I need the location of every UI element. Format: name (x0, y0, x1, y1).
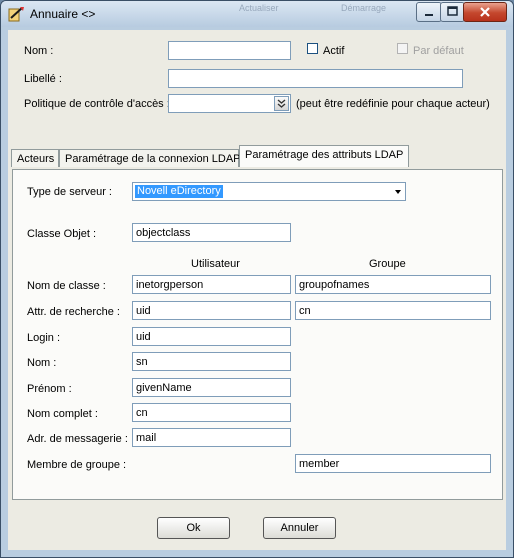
user-search-attr-input[interactable]: uid (132, 301, 291, 320)
user-messagerie-input[interactable]: mail (132, 428, 291, 447)
background-ghost-text: Actualiser (239, 3, 279, 13)
row-label-membre-groupe: Membre de groupe : (27, 459, 127, 471)
user-prenom-input[interactable]: givenName (132, 378, 291, 397)
group-search-attr-input[interactable]: cn (295, 301, 491, 320)
user-class-name-input[interactable]: inetorgperson (132, 275, 291, 294)
group-class-name-input[interactable]: groupofnames (295, 275, 491, 294)
tab-panel-attributs-ldap: Type de serveur : Novell eDirectory Clas… (12, 169, 503, 500)
group-membre-input[interactable]: member (295, 454, 491, 473)
libelle-label: Libellé : (24, 73, 62, 85)
dialog-client-area: Nom : Actif Par défaut Libellé : Politiq… (8, 30, 506, 550)
row-label-prenom: Prénom : (27, 383, 72, 395)
app-icon (8, 7, 24, 22)
server-type-value: Novell eDirectory (135, 185, 223, 198)
background-ghost-text: Démarrage (341, 3, 387, 13)
close-button[interactable] (463, 2, 507, 22)
column-header-user: Utilisateur (191, 258, 240, 270)
tab-acteurs[interactable]: Acteurs (11, 149, 59, 167)
user-nom-complet-input[interactable]: cn (132, 403, 291, 422)
column-header-group: Groupe (369, 258, 406, 270)
maximize-button[interactable] (440, 2, 465, 22)
nom-label: Nom : (24, 45, 54, 57)
dropdown-arrow-icon (395, 190, 401, 194)
cancel-button[interactable]: Annuler (263, 517, 336, 539)
row-label-messagerie: Adr. de messagerie : (27, 433, 128, 445)
dialog-window: Annuaire <> Actualiser Démarrage Nom : A… (0, 0, 514, 558)
row-label-nom: Nom : (27, 357, 57, 369)
row-label-login: Login : (27, 332, 61, 344)
ok-button[interactable]: Ok (157, 517, 230, 539)
user-login-input[interactable]: uid (132, 327, 291, 346)
politique-note: (peut être redéfinie pour chaque acteur) (296, 98, 490, 110)
par-defaut-label: Par défaut (413, 45, 464, 57)
tab-connexion-ldap[interactable]: Paramétrage de la connexion LDAP (59, 149, 241, 167)
close-icon (480, 7, 490, 17)
minimize-icon (425, 14, 433, 16)
row-label-search-attr: Attr. de recherche : (27, 306, 120, 318)
title-bar[interactable]: Annuaire <> Actualiser Démarrage (1, 1, 513, 27)
server-type-select[interactable]: Novell eDirectory (132, 182, 406, 201)
actif-label: Actif (323, 45, 345, 57)
politique-dropdown-button[interactable] (274, 96, 289, 111)
politique-select[interactable] (168, 94, 291, 113)
minimize-button[interactable] (416, 2, 442, 22)
actif-checkbox[interactable] (307, 43, 318, 54)
politique-label: Politique de contrôle d'accès : (24, 98, 170, 110)
tab-attributs-ldap[interactable]: Paramétrage des attributs LDAP (239, 145, 409, 167)
object-class-label: Classe Objet : (27, 228, 97, 240)
double-chevron-down-icon (277, 99, 286, 108)
nom-input[interactable] (168, 41, 291, 60)
row-label-nom-complet: Nom complet : (27, 408, 98, 420)
row-label-class-name: Nom de classe : (27, 280, 106, 292)
user-nom-input[interactable]: sn (132, 352, 291, 371)
window-title: Annuaire <> (30, 7, 96, 21)
maximize-icon (447, 6, 458, 16)
server-type-label: Type de serveur : (27, 186, 112, 198)
par-defaut-checkbox (397, 43, 408, 54)
object-class-input[interactable]: objectclass (132, 223, 291, 242)
libelle-input[interactable] (168, 69, 463, 88)
